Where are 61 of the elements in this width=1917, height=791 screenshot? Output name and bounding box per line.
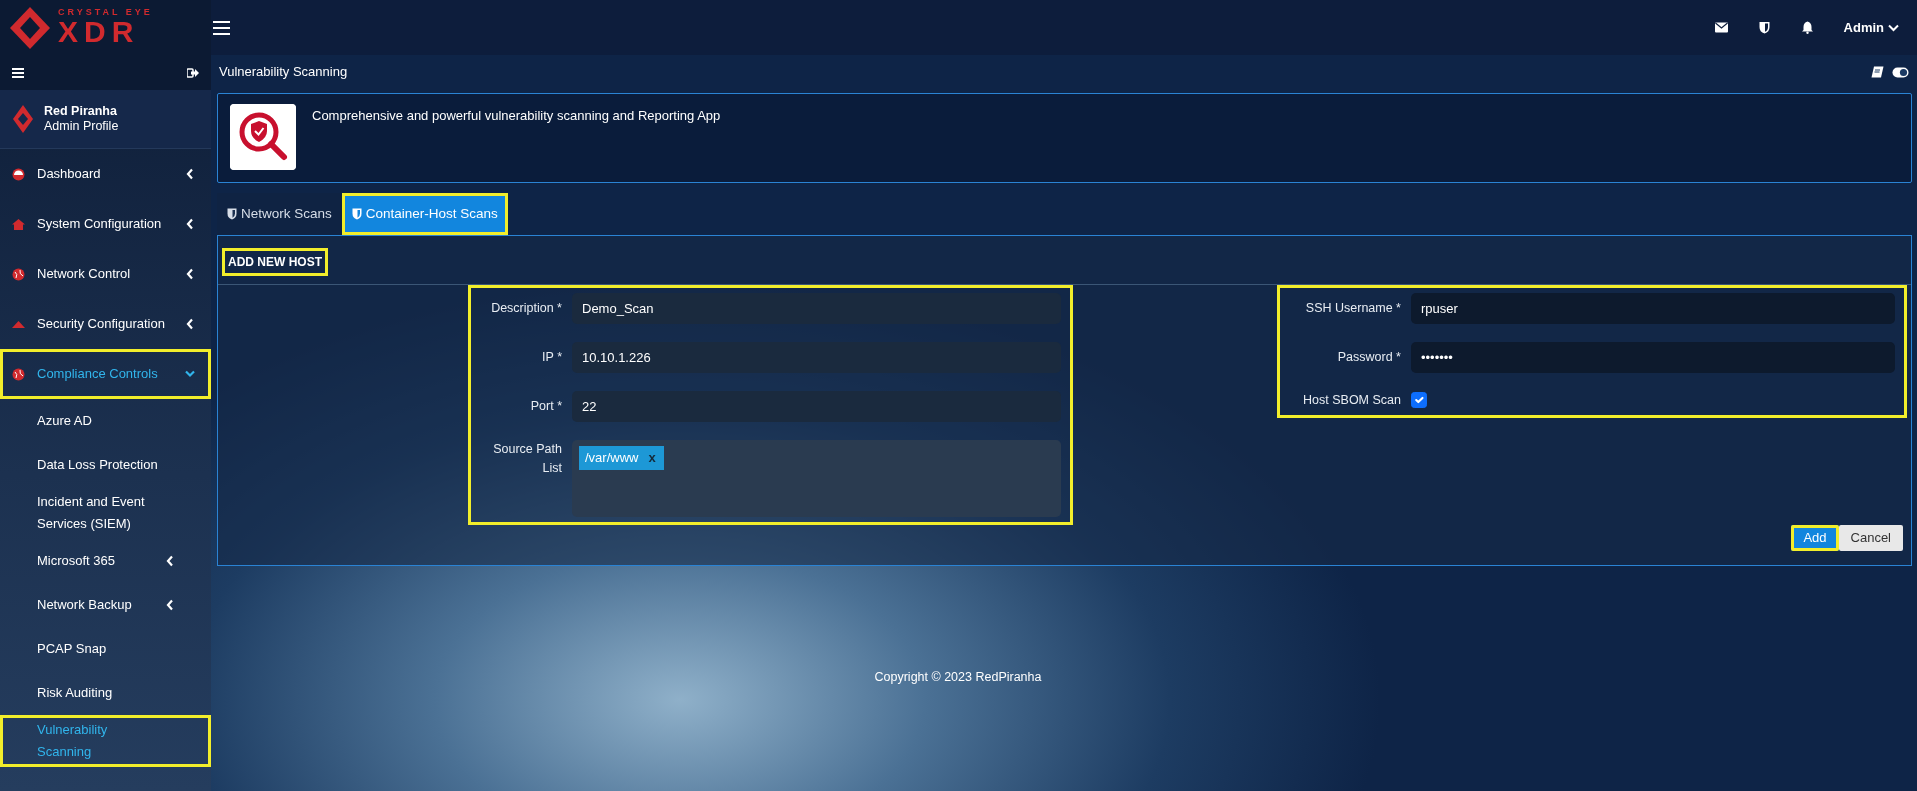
app-description: Comprehensive and powerful vulnerability scanning and Reporting App [312,107,721,125]
profile-role: Admin Profile [44,119,119,134]
input-field[interactable]: rpuser [1411,293,1895,324]
copyright-text: Copyright © 2023 RedPiranha [873,669,1043,687]
field-label: Description * [490,300,562,318]
logo-tagline: CRYSTAL EYE [58,8,153,17]
page-title: Vulnerability Scanning [219,63,348,82]
tab[interactable]: Network Scans [217,193,342,235]
mail-icon[interactable] [1714,21,1728,34]
input-field[interactable]: ••••••• [1411,342,1895,373]
menu-icon[interactable] [12,67,24,78]
tag-chip: /var/www x [579,446,664,470]
profile-name: Red Piranha [44,104,118,119]
remove-tag-button[interactable]: x [648,448,656,468]
input-field[interactable]: Demo_Scan [572,293,1061,324]
field-label: SSH Username * [1304,300,1401,318]
sidebar-item[interactable]: Incident and Event Services (SIEM) [0,487,211,539]
sidebar-item[interactable]: Risk Auditing [0,671,211,715]
tag-input-field[interactable]: /var/www x [572,440,1061,517]
chevron-down-icon [1888,23,1899,32]
field-label: Password * [1336,349,1401,367]
sidebar-item[interactable]: Dashboard [0,149,211,199]
toggle-icon[interactable] [1892,66,1909,78]
gauge-icon [12,167,25,181]
sidebar-item[interactable]: Network Backup [0,583,211,627]
field-label: Port * [529,398,562,416]
shield-icon[interactable] [1757,21,1771,34]
chevron-left-icon [165,599,175,611]
tab[interactable]: Container-Host Scans [341,193,508,235]
sidebar-item[interactable]: Microsoft 365 [0,539,211,583]
field-label: Source Path List [492,441,562,477]
vulnerability-scan-app-icon [230,104,296,170]
house-icon [12,217,25,231]
chevron-left-icon [165,555,175,567]
shield-icon [227,208,237,220]
profile-logo-icon [12,104,34,134]
form-title: ADD NEW HOST [222,248,328,276]
shield-icon [351,208,362,220]
cancel-button[interactable]: Cancel [1838,525,1903,551]
sign-out-icon[interactable] [187,67,199,78]
sidebar-item[interactable]: System Configuration [0,199,211,249]
add-button[interactable]: Add [1791,525,1839,551]
hamburger-menu-icon[interactable] [213,20,230,35]
input-field[interactable]: 10.10.1.226 [572,342,1061,373]
checkbox[interactable] [1411,392,1427,409]
globe-icon [12,367,25,381]
sidebar-item[interactable]: PCAP Snap [0,627,211,671]
input-field[interactable]: 22 [572,391,1061,422]
sidebar-item[interactable]: Data Loss Protection [0,443,211,487]
globe-icon [12,267,25,281]
sidebar-item[interactable]: Vulnerability Scanning [0,715,211,767]
field-label: IP * [541,349,562,367]
field-label: Host SBOM Scan [1302,392,1401,409]
sidebar-item[interactable]: Network Control [0,249,211,299]
user-menu[interactable]: Admin [1843,17,1899,38]
bell-icon[interactable] [1800,21,1814,34]
book-icon[interactable] [1871,66,1884,78]
sidebar-item[interactable]: Azure AD [0,399,211,443]
logo-wordmark: XDR [58,17,141,47]
sidebar-item[interactable]: Compliance Controls [0,349,211,399]
sidebar-item[interactable]: Security Configuration [0,299,211,349]
